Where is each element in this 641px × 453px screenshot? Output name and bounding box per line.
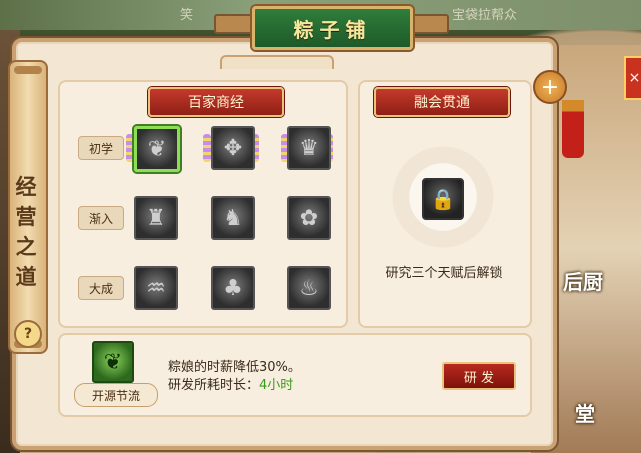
top-left-text: 笑 bbox=[180, 8, 194, 23]
talent-banner: 百家商经 bbox=[148, 87, 284, 117]
close-tassel bbox=[562, 100, 584, 158]
scroll-top-knob bbox=[14, 66, 42, 74]
tier-label-intermediate: 渐入 bbox=[78, 206, 124, 230]
skill-slot-2-2[interactable]: ♞ bbox=[211, 196, 255, 240]
skill-slot-1-3[interactable]: ♛ bbox=[287, 126, 331, 170]
research-button[interactable]: 研 发 bbox=[442, 362, 516, 390]
skill-slot-2-1[interactable]: ♜ bbox=[134, 196, 178, 240]
tier-label-master: 大成 bbox=[78, 276, 124, 300]
title-plate: 粽子铺 bbox=[252, 6, 413, 50]
duration-value: 4小时 bbox=[259, 378, 294, 393]
lock-icon[interactable]: 🔒 bbox=[422, 178, 464, 220]
vertical-title-char: 之 bbox=[15, 235, 37, 259]
top-right-text: 宝袋拉帮众 bbox=[452, 8, 518, 23]
skill-slot-3-2[interactable]: ♣ bbox=[211, 266, 255, 310]
kitchen-label[interactable]: 后厨 bbox=[563, 266, 603, 295]
skill-effect: 粽娘的时薪降低30%。 bbox=[168, 360, 301, 375]
tab-strip bbox=[220, 55, 334, 69]
skill-slot-2-3[interactable]: ✿ bbox=[287, 196, 331, 240]
research-duration: 研发所耗时长：4小时 bbox=[168, 374, 293, 393]
vertical-title-char: 经 bbox=[15, 175, 37, 199]
close-button[interactable]: + bbox=[533, 70, 567, 104]
skill-ribbon bbox=[203, 134, 211, 162]
hall-label[interactable]: 堂 bbox=[575, 398, 595, 427]
skill-slot-3-1[interactable]: ♒ bbox=[134, 266, 178, 310]
side-close-button[interactable]: × bbox=[624, 56, 641, 100]
vertical-title-char: 道 bbox=[15, 265, 37, 289]
vertical-title-char: 营 bbox=[15, 205, 37, 229]
selected-skill-icon: ❦ bbox=[92, 341, 134, 383]
vertical-title: 经 营 之 道 bbox=[11, 172, 41, 312]
dialog-title: 粽子铺 bbox=[293, 17, 372, 42]
help-button[interactable]: ? bbox=[14, 320, 42, 348]
skill-slot-3-3[interactable]: ♨ bbox=[287, 266, 331, 310]
skill-slot-1-2[interactable]: ✥ bbox=[211, 126, 255, 170]
unlock-hint: 研究三个天赋后解锁 bbox=[385, 266, 503, 281]
mastery-banner: 融会贯通 bbox=[374, 87, 510, 117]
skill-slot-1-1[interactable]: ❦ bbox=[134, 126, 180, 172]
selected-skill-name: 开源节流 bbox=[74, 383, 158, 407]
skill-ribbon bbox=[126, 134, 134, 162]
tier-label-beginner: 初学 bbox=[78, 136, 124, 160]
duration-prefix: 研发所耗时长： bbox=[168, 378, 260, 393]
